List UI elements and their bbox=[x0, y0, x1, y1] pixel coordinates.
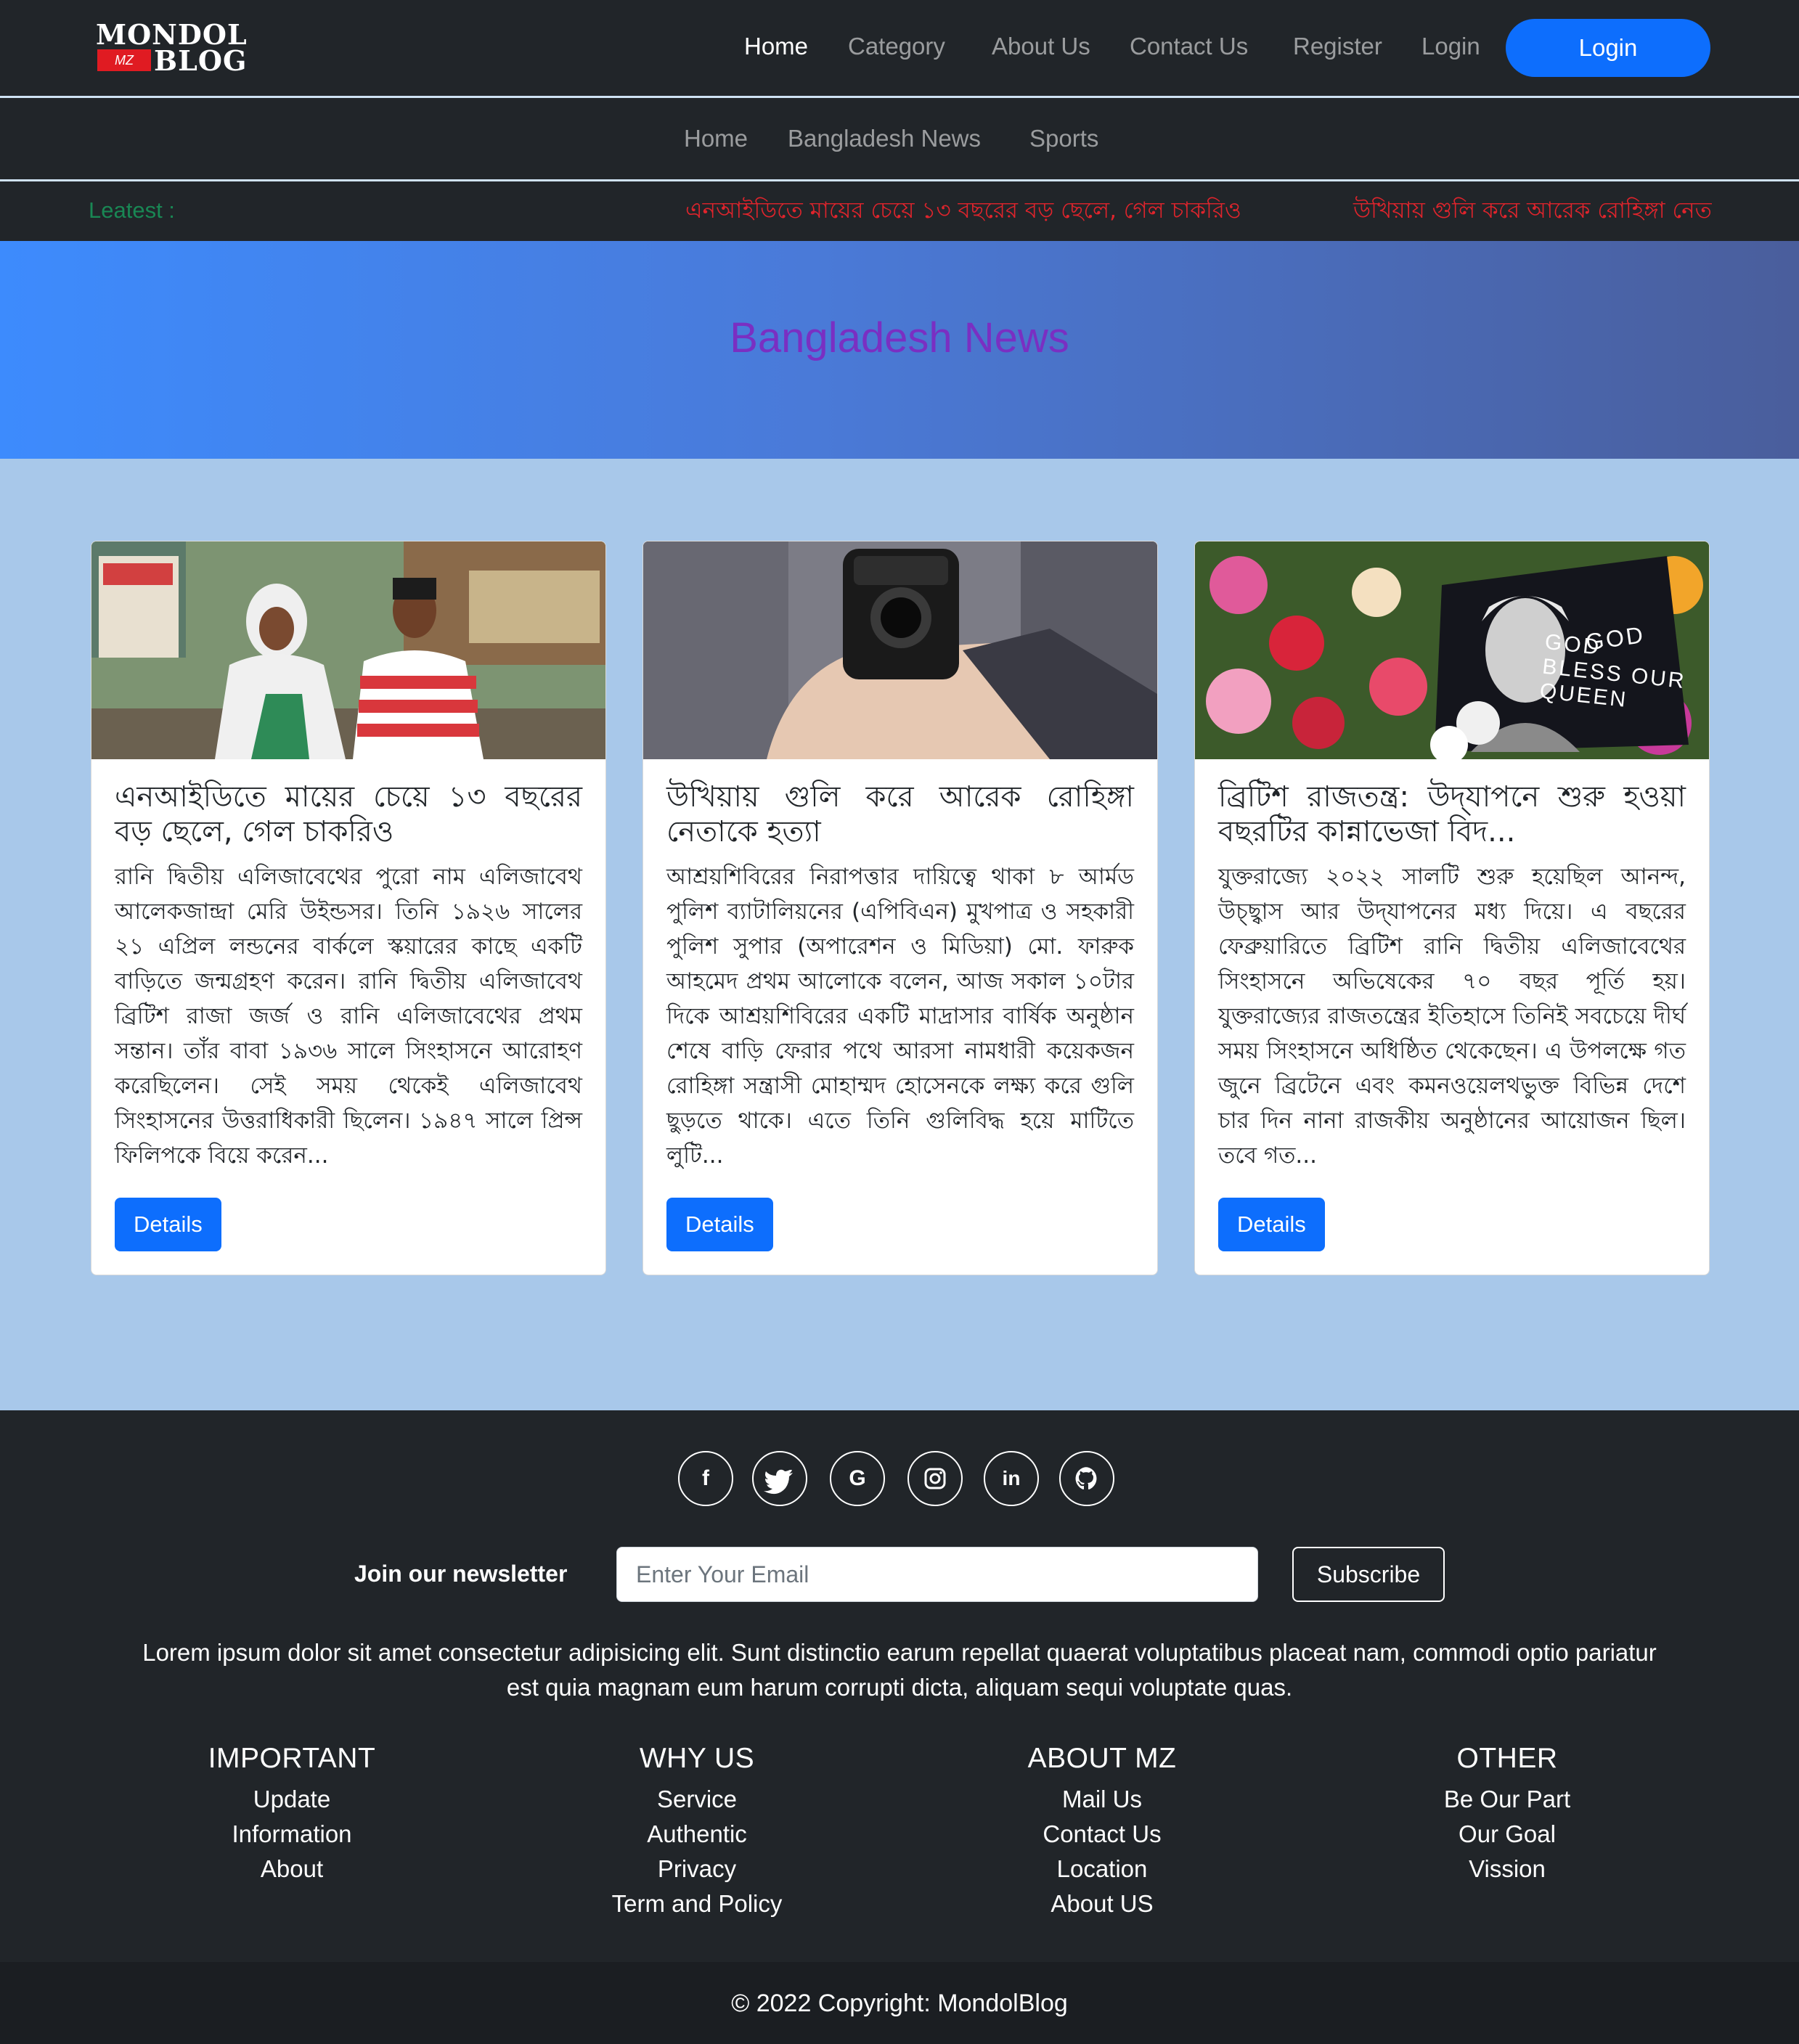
news-excerpt: আশ্রয়শিবিরের নিরাপত্তার দায়িত্বে থাকা … bbox=[666, 864, 1134, 1169]
footer-link-mail-us[interactable]: Mail Us bbox=[942, 1782, 1262, 1817]
category-hero: Bangladesh News bbox=[0, 241, 1799, 459]
news-card: উখিয়ায় গুলি করে আরেক রোহিঙ্গা নেতাকে হ… bbox=[642, 541, 1158, 1275]
footer-link-information[interactable]: Information bbox=[132, 1817, 452, 1852]
news-photo-woman-and-son bbox=[91, 541, 605, 759]
footer-heading: WHY US bbox=[639, 1743, 755, 1774]
footer-link-location[interactable]: Location bbox=[942, 1852, 1262, 1886]
footer-link-update[interactable]: Update bbox=[132, 1782, 452, 1817]
google-icon[interactable]: G bbox=[830, 1451, 885, 1506]
newsletter-email-input[interactable] bbox=[616, 1547, 1258, 1602]
linkedin-icon[interactable]: in bbox=[984, 1451, 1039, 1506]
footer-link-about[interactable]: About bbox=[132, 1852, 452, 1886]
footer-column-about-mz: ABOUT MZ Mail Us Contact Us Location Abo… bbox=[942, 1738, 1262, 1921]
news-card: এনআইডিতে মায়ের চেয়ে ১৩ বছরের বড় ছেলে,… bbox=[91, 541, 606, 1275]
facebook-glyph: f bbox=[702, 1466, 709, 1490]
footer-heading: ABOUT MZ bbox=[1027, 1743, 1177, 1774]
footer-link-service[interactable]: Service bbox=[537, 1782, 857, 1817]
footer-column-important: IMPORTANT Update Information About bbox=[132, 1738, 452, 1886]
news-card: GOD GOD BLESS OUR QUEEN ব্রিটিশ রাজতন্ত্… bbox=[1194, 541, 1710, 1275]
news-title[interactable]: এনআইডিতে মায়ের চেয়ে ১৩ বছরের বড় ছেলে,… bbox=[115, 780, 582, 849]
footer-column-other: OTHER Be Our Part Our Goal Vission bbox=[1347, 1738, 1667, 1886]
footer-link-about-us[interactable]: About US bbox=[942, 1886, 1262, 1921]
ticker-marquee: এনআইডিতে মায়ের চেয়ে ১৩ বছরের বড় ছেলে,… bbox=[632, 181, 1712, 241]
newsletter-label: Join our newsletter bbox=[354, 1561, 568, 1587]
footer-link-privacy[interactable]: Privacy bbox=[537, 1852, 857, 1886]
ticker-item[interactable]: এনআইডিতে মায়ের চেয়ে ১৩ বছরের বড় ছেলে,… bbox=[685, 195, 1241, 226]
nav-contact-us[interactable]: Contact Us bbox=[1130, 29, 1248, 64]
details-button[interactable]: Details bbox=[1218, 1198, 1325, 1251]
latest-ticker: Leatest : এনআইডিতে মায়ের চেয়ে ১৩ বছরের… bbox=[0, 181, 1799, 241]
cat-bangladesh-news[interactable]: Bangladesh News bbox=[788, 121, 981, 156]
news-image bbox=[91, 541, 605, 759]
footer-link-be-our-part[interactable]: Be Our Part bbox=[1347, 1782, 1667, 1817]
footer-column-why-us: WHY US Service Authentic Privacy Term an… bbox=[537, 1738, 857, 1921]
top-navbar: MONDOL MZ BLOG Home Category About Us Co… bbox=[0, 0, 1799, 96]
footer-heading: OTHER bbox=[1456, 1743, 1558, 1774]
login-button[interactable]: Login bbox=[1506, 19, 1710, 77]
news-title[interactable]: উখিয়ায় গুলি করে আরেক রোহিঙ্গা নেতাকে হ… bbox=[666, 780, 1134, 849]
nav-login[interactable]: Login bbox=[1421, 29, 1480, 64]
news-title[interactable]: ব্রিটিশ রাজতন্ত্র: উদ্‌যাপনে শুরু হওয়া … bbox=[1218, 780, 1686, 849]
github-glyph bbox=[1075, 1467, 1097, 1489]
instagram-glyph bbox=[924, 1468, 946, 1489]
news-photo-gun bbox=[643, 541, 1157, 759]
brand-line2: BLOG bbox=[154, 44, 248, 77]
google-glyph: G bbox=[849, 1466, 866, 1490]
ticker-item[interactable]: উখিয়ায় গুলি করে আরেক রোহিঙ্গা নেতাকে হ… bbox=[1353, 195, 1712, 226]
copyright-bar: © 2022 Copyright: MondolBlog bbox=[0, 1962, 1799, 2044]
subscribe-button[interactable]: Subscribe bbox=[1292, 1547, 1445, 1602]
category-navbar: Home Bangladesh News Sports bbox=[0, 98, 1799, 179]
footer-heading: IMPORTANT bbox=[208, 1743, 376, 1774]
twitter-icon[interactable] bbox=[752, 1451, 807, 1506]
news-image: GOD GOD BLESS OUR QUEEN bbox=[1195, 541, 1709, 759]
brand-logo[interactable]: MONDOL MZ BLOG bbox=[96, 20, 251, 77]
brand-badge: MZ bbox=[97, 49, 151, 71]
news-excerpt: যুক্তরাজ্যে ২০২২ সালটি শুরু হয়েছিল আনন্… bbox=[1218, 864, 1686, 1169]
ticker-label: Leatest : bbox=[89, 197, 175, 223]
news-image bbox=[643, 541, 1157, 759]
cat-sports[interactable]: Sports bbox=[1029, 121, 1098, 156]
footer-link-term-and-policy[interactable]: Term and Policy bbox=[537, 1886, 857, 1921]
facebook-icon[interactable]: f bbox=[678, 1451, 733, 1506]
footer-link-our-goal[interactable]: Our Goal bbox=[1347, 1817, 1667, 1852]
page-title: Bangladesh News bbox=[730, 314, 1069, 361]
copyright-text: © 2022 Copyright: MondolBlog bbox=[731, 1990, 1068, 2017]
footer-link-vission[interactable]: Vission bbox=[1347, 1852, 1667, 1886]
footer-link-contact-us[interactable]: Contact Us bbox=[942, 1817, 1262, 1852]
cat-home[interactable]: Home bbox=[684, 121, 748, 156]
news-excerpt: রানি দ্বিতীয় এলিজাবেথের পুরো নাম এলিজাব… bbox=[115, 864, 582, 1169]
details-button[interactable]: Details bbox=[666, 1198, 773, 1251]
site-footer: f G in Join our newsletter Subscribe Lor… bbox=[0, 1410, 1799, 1962]
instagram-icon[interactable] bbox=[907, 1451, 963, 1506]
github-icon[interactable] bbox=[1059, 1451, 1114, 1506]
details-button[interactable]: Details bbox=[115, 1198, 221, 1251]
footer-description: Lorem ipsum dolor sit amet consectetur a… bbox=[142, 1639, 1657, 1701]
nav-category[interactable]: Category bbox=[848, 29, 945, 64]
twitter-glyph bbox=[764, 1469, 793, 1495]
nav-about-us[interactable]: About Us bbox=[992, 29, 1090, 64]
image-caption: GOD BLESS OUR QUEEN bbox=[1538, 629, 1687, 712]
linkedin-glyph: in bbox=[1002, 1467, 1021, 1489]
nav-home[interactable]: Home bbox=[744, 29, 808, 64]
footer-link-authentic[interactable]: Authentic bbox=[537, 1817, 857, 1852]
nav-register[interactable]: Register bbox=[1293, 29, 1382, 64]
